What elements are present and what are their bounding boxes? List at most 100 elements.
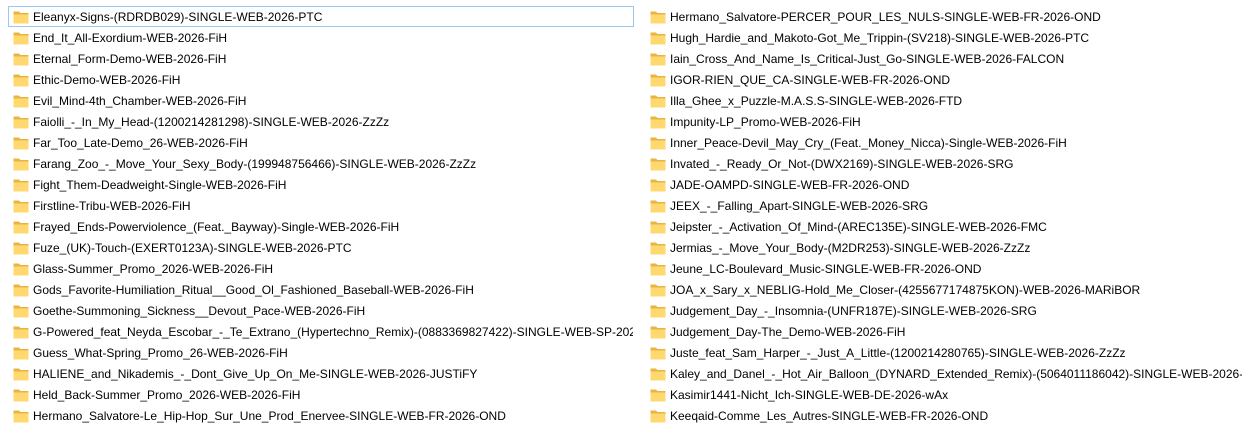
folder-item[interactable]: Hermano_Salvatore-PERCER_POUR_LES_NULS-S…	[645, 6, 1243, 27]
file-list-column-right: Hermano_Salvatore-PERCER_POUR_LES_NULS-S…	[645, 6, 1243, 426]
folder-item[interactable]: JEEX_-_Falling_Apart-SINGLE-WEB-2026-SRG	[645, 195, 1243, 216]
folder-item[interactable]: Juste_feat_Sam_Harper_-_Just_A_Little-(1…	[645, 342, 1243, 363]
folder-item[interactable]: IGOR-RIEN_QUE_CA-SINGLE-WEB-FR-2026-OND	[645, 69, 1243, 90]
folder-item[interactable]: End_It_All-Exordium-WEB-2026-FiH	[8, 27, 634, 48]
folder-icon	[650, 220, 666, 234]
folder-name: Illa_Ghee_x_Puzzle-M.A.S.S-SINGLE-WEB-20…	[670, 93, 963, 108]
folder-name: Hermano_Salvatore-PERCER_POUR_LES_NULS-S…	[670, 9, 1101, 24]
folder-item[interactable]: Invated_-_Ready_Or_Not-(DWX2169)-SINGLE-…	[645, 153, 1243, 174]
folder-icon	[13, 283, 29, 297]
folder-icon	[13, 220, 29, 234]
folder-name: Evil_Mind-4th_Chamber-WEB-2026-FiH	[33, 93, 247, 108]
folder-name: Jeipster_-_Activation_Of_Mind-(AREC135E)…	[670, 219, 1047, 234]
folder-icon	[13, 409, 29, 423]
folder-name: Ethic-Demo-WEB-2026-FiH	[33, 72, 181, 87]
folder-name: IGOR-RIEN_QUE_CA-SINGLE-WEB-FR-2026-OND	[670, 72, 951, 87]
folder-icon	[13, 10, 29, 24]
folder-icon	[13, 325, 29, 339]
folder-icon	[650, 31, 666, 45]
folder-icon	[13, 262, 29, 276]
folder-icon	[650, 409, 666, 423]
folder-item[interactable]: Evil_Mind-4th_Chamber-WEB-2026-FiH	[8, 90, 634, 111]
folder-icon	[650, 115, 666, 129]
folder-item[interactable]: Eternal_Form-Demo-WEB-2026-FiH	[8, 48, 634, 69]
folder-icon	[13, 178, 29, 192]
folder-item[interactable]: JADE-OAMPD-SINGLE-WEB-FR-2026-OND	[645, 174, 1243, 195]
folder-icon	[13, 346, 29, 360]
folder-name: Held_Back-Summer_Promo_2026-WEB-2026-FiH	[33, 387, 301, 402]
folder-icon	[650, 178, 666, 192]
folder-name: Eternal_Form-Demo-WEB-2026-FiH	[33, 51, 227, 66]
folder-item[interactable]: Farang_Zoo_-_Move_Your_Sexy_Body-(199948…	[8, 153, 634, 174]
folder-item[interactable]: Kaley_and_Danel_-_Hot_Air_Balloon_(DYNAR…	[645, 363, 1243, 384]
folder-item[interactable]: Impunity-LP_Promo-WEB-2026-FiH	[645, 111, 1243, 132]
folder-name: Hermano_Salvatore-Le_Hip-Hop_Sur_Une_Pro…	[33, 408, 506, 423]
folder-icon	[13, 241, 29, 255]
folder-item[interactable]: Firstline-Tribu-WEB-2026-FiH	[8, 195, 634, 216]
folder-item[interactable]: Kasimir1441-Nicht_Ich-SINGLE-WEB-DE-2026…	[645, 384, 1243, 405]
folder-item[interactable]: G-Powered_feat_Neyda_Escobar_-_Te_Extran…	[8, 321, 634, 342]
folder-item[interactable]: Ethic-Demo-WEB-2026-FiH	[8, 69, 634, 90]
folder-item[interactable]: Guess_What-Spring_Promo_26-WEB-2026-FiH	[8, 342, 634, 363]
folder-name: JOA_x_Sary_x_NEBLIG-Hold_Me_Closer-(4255…	[670, 282, 1141, 297]
folder-name: Gods_Favorite-Humiliation_Ritual__Good_O…	[33, 282, 474, 297]
folder-icon	[13, 199, 29, 213]
folder-name: JADE-OAMPD-SINGLE-WEB-FR-2026-OND	[670, 177, 910, 192]
folder-icon	[650, 241, 666, 255]
folder-icon	[650, 367, 666, 381]
folder-name: Far_Too_Late-Demo_26-WEB-2026-FiH	[33, 135, 248, 150]
folder-icon	[650, 10, 666, 24]
folder-name: Inner_Peace-Devil_May_Cry_(Feat._Money_N…	[670, 135, 1067, 150]
folder-item[interactable]: Glass-Summer_Promo_2026-WEB-2026-FiH	[8, 258, 634, 279]
folder-item[interactable]: Hugh_Hardie_and_Makoto-Got_Me_Trippin-(S…	[645, 27, 1243, 48]
folder-name: Kasimir1441-Nicht_Ich-SINGLE-WEB-DE-2026…	[670, 387, 949, 402]
folder-item[interactable]: Jeipster_-_Activation_Of_Mind-(AREC135E)…	[645, 216, 1243, 237]
folder-item[interactable]: Gods_Favorite-Humiliation_Ritual__Good_O…	[8, 279, 634, 300]
folder-item[interactable]: Jermias_-_Move_Your_Body-(M2DR253)-SINGL…	[645, 237, 1243, 258]
folder-icon	[13, 94, 29, 108]
folder-item[interactable]: JOA_x_Sary_x_NEBLIG-Hold_Me_Closer-(4255…	[645, 279, 1243, 300]
folder-icon	[13, 367, 29, 381]
folder-item[interactable]: Judgement_Day_-_Insomnia-(UNFR187E)-SING…	[645, 300, 1243, 321]
folder-name: Judgement_Day-The_Demo-WEB-2026-FiH	[670, 324, 906, 339]
folder-item[interactable]: Judgement_Day-The_Demo-WEB-2026-FiH	[645, 321, 1243, 342]
folder-item[interactable]: Iain_Cross_And_Name_Is_Critical-Just_Go-…	[645, 48, 1243, 69]
folder-icon	[650, 304, 666, 318]
folder-item[interactable]: Inner_Peace-Devil_May_Cry_(Feat._Money_N…	[645, 132, 1243, 153]
folder-icon	[13, 388, 29, 402]
folder-name: Eleanyx-Signs-(RDRDB029)-SINGLE-WEB-2026…	[33, 9, 323, 24]
folder-item[interactable]: Fight_Them-Deadweight-Single-WEB-2026-Fi…	[8, 174, 634, 195]
folder-name: End_It_All-Exordium-WEB-2026-FiH	[33, 30, 228, 45]
file-list-column-left: Eleanyx-Signs-(RDRDB029)-SINGLE-WEB-2026…	[8, 6, 634, 426]
folder-item[interactable]: Goethe-Summoning_Sickness__Devout_Pace-W…	[8, 300, 634, 321]
folder-item[interactable]: HALIENE_and_Nikademis_-_Dont_Give_Up_On_…	[8, 363, 634, 384]
folder-item[interactable]: Held_Back-Summer_Promo_2026-WEB-2026-FiH	[8, 384, 634, 405]
folder-icon	[650, 199, 666, 213]
folder-name: G-Powered_feat_Neyda_Escobar_-_Te_Extran…	[33, 324, 634, 339]
folder-item[interactable]: Frayed_Ends-Powerviolence_(Feat._Bayway)…	[8, 216, 634, 237]
folder-icon	[650, 262, 666, 276]
folder-name: Guess_What-Spring_Promo_26-WEB-2026-FiH	[33, 345, 288, 360]
folder-name: Fight_Them-Deadweight-Single-WEB-2026-Fi…	[33, 177, 287, 192]
folder-icon	[13, 31, 29, 45]
folder-item[interactable]: Faiolli_-_In_My_Head-(1200214281298)-SIN…	[8, 111, 634, 132]
folder-item[interactable]: Far_Too_Late-Demo_26-WEB-2026-FiH	[8, 132, 634, 153]
folder-icon	[13, 157, 29, 171]
folder-name: HALIENE_and_Nikademis_-_Dont_Give_Up_On_…	[33, 366, 478, 381]
folder-item[interactable]: Hermano_Salvatore-Le_Hip-Hop_Sur_Une_Pro…	[8, 405, 634, 426]
folder-name: Farang_Zoo_-_Move_Your_Sexy_Body-(199948…	[33, 156, 477, 171]
folder-item[interactable]: Keeqaid-Comme_Les_Autres-SINGLE-WEB-FR-2…	[645, 405, 1243, 426]
folder-name: Frayed_Ends-Powerviolence_(Feat._Bayway)…	[33, 219, 400, 234]
folder-name: Firstline-Tribu-WEB-2026-FiH	[33, 198, 191, 213]
folder-icon	[650, 136, 666, 150]
folder-icon	[650, 388, 666, 402]
folder-item[interactable]: Jeune_LC-Boulevard_Music-SINGLE-WEB-FR-2…	[645, 258, 1243, 279]
folder-icon	[13, 136, 29, 150]
folder-icon	[650, 52, 666, 66]
folder-icon	[13, 304, 29, 318]
folder-name: Iain_Cross_And_Name_Is_Critical-Just_Go-…	[670, 51, 1065, 66]
folder-item[interactable]: Eleanyx-Signs-(RDRDB029)-SINGLE-WEB-2026…	[8, 6, 634, 27]
folder-icon	[13, 52, 29, 66]
folder-item[interactable]: Illa_Ghee_x_Puzzle-M.A.S.S-SINGLE-WEB-20…	[645, 90, 1243, 111]
folder-item[interactable]: Fuze_(UK)-Touch-(EXERT0123A)-SINGLE-WEB-…	[8, 237, 634, 258]
